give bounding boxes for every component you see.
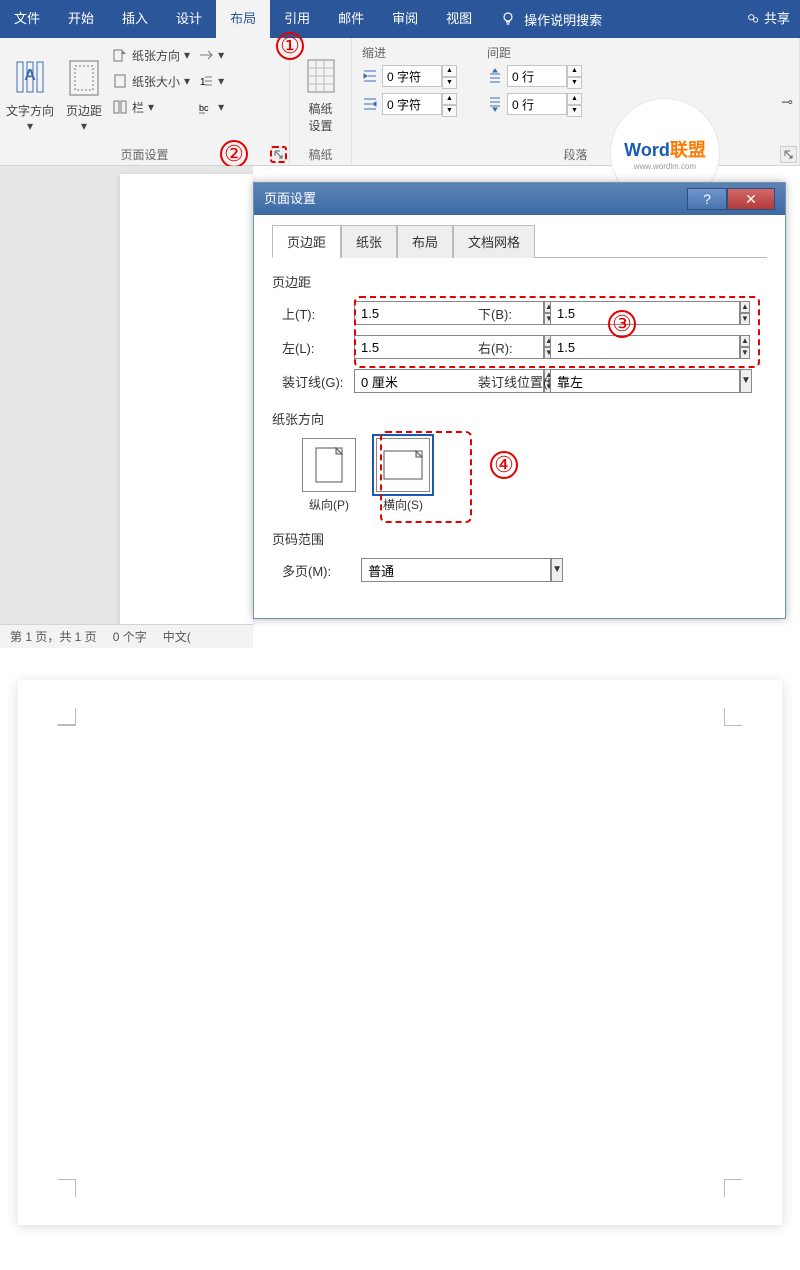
indent-left-icon	[362, 68, 378, 84]
callout-2: ②	[220, 140, 248, 168]
size-button[interactable]: 纸张大小▾	[108, 68, 194, 94]
crop-corner-tr	[724, 708, 742, 726]
share-button[interactable]: 共享	[746, 0, 790, 38]
document-page	[120, 174, 253, 624]
spacing-after-spinner[interactable]: ▲▼	[507, 93, 582, 115]
spacing-before-icon	[487, 68, 503, 84]
tab-insert[interactable]: 插入	[108, 0, 162, 38]
margins-button[interactable]: 页边距▾	[60, 38, 108, 146]
ribbon-tabs: 文件 开始 插入 设计 布局 引用 邮件 审阅 视图 操作说明搜索 共享	[0, 0, 800, 38]
tab-design[interactable]: 设计	[162, 0, 216, 38]
paragraph-launcher[interactable]	[780, 146, 797, 163]
page-setup-dialog: 页面设置 ? ✕ 页边距 纸张 布局 文档网格 页边距 ③ 上(T): ▲▼ 下…	[253, 182, 786, 619]
lightbulb-icon	[500, 11, 516, 27]
indent-left-spinner[interactable]: ▲▼	[382, 65, 457, 87]
top-label: 上(T):	[282, 304, 354, 323]
gutter-spinner[interactable]: ▲▼	[354, 369, 478, 393]
portrait-option[interactable]: 纵向(P)	[302, 438, 356, 513]
margins-fieldset: 页边距 ③ 上(T): ▲▼ 下(B): ▲▼ 左(L): ▲▼ 右(R): ▲…	[272, 272, 767, 393]
orientation-fieldset: 纸张方向 ④ 纵向(P) 横向(S)	[272, 409, 767, 513]
multipage-combo[interactable]: ▼	[361, 558, 501, 582]
tab-review[interactable]: 审阅	[378, 0, 432, 38]
columns-button[interactable]: 栏▾	[108, 94, 194, 120]
group-label-paragraph: 段落	[352, 146, 799, 163]
svg-text:A: A	[24, 67, 36, 84]
group-page-setup: A 文字方向▾ 页边距▾ 纸张方向▾ 纸张大小▾ 栏▾ ▾ 1▾ bc▾	[0, 38, 290, 165]
gutter-pos-label: 装订线位置(U):	[478, 372, 550, 391]
indent-right-spinner[interactable]: ▲▼	[382, 93, 457, 115]
gutter-pos-combo[interactable]: ▼	[550, 369, 674, 393]
svg-text:bc: bc	[199, 103, 209, 113]
status-bar: 第 1 页，共 1 页 0 个字 中文(	[0, 624, 253, 648]
page-setup-launcher[interactable]	[270, 146, 287, 163]
line-numbers-button[interactable]: 1▾	[194, 68, 228, 94]
group-paragraph: 缩进 ▲▼ ▲▼ 间距 ▲▼ ▲▼	[352, 38, 800, 165]
callout-1: ①	[276, 32, 304, 60]
ribbon-body: A 文字方向▾ 页边距▾ 纸张方向▾ 纸张大小▾ 栏▾ ▾ 1▾ bc▾	[0, 38, 800, 166]
crop-corner-bl	[58, 1179, 76, 1197]
document-canvas[interactable]	[0, 166, 253, 648]
status-words[interactable]: 0 个字	[113, 625, 147, 648]
spacing-after-icon	[487, 96, 503, 112]
dlg-tab-margins[interactable]: 页边距	[272, 225, 341, 258]
dlg-tab-paper[interactable]: 纸张	[341, 225, 397, 258]
dialog-titlebar[interactable]: 页面设置 ? ✕	[254, 183, 785, 215]
crop-corner-br	[724, 1179, 742, 1197]
close-button[interactable]: ✕	[727, 188, 775, 210]
crop-corner-tl	[58, 708, 76, 726]
left-label: 左(L):	[282, 338, 354, 357]
gutter-label: 装订线(G):	[282, 372, 354, 391]
dlg-tab-grid[interactable]: 文档网格	[453, 225, 535, 258]
dialog-title-text: 页面设置	[264, 183, 316, 215]
dialog-tabs: 页边距 纸张 布局 文档网格	[272, 225, 767, 258]
callout-4: ④	[490, 451, 518, 479]
dlg-tab-layout[interactable]: 布局	[397, 225, 453, 258]
pages-fieldset: 页码范围 多页(M): ▼	[272, 529, 767, 582]
tab-home[interactable]: 开始	[54, 0, 108, 38]
tab-file[interactable]: 文件	[0, 0, 54, 38]
callout-3-box	[354, 296, 760, 368]
tab-layout[interactable]: 布局	[216, 0, 270, 38]
tell-me-search[interactable]: 操作说明搜索	[524, 10, 602, 29]
spacing-header: 间距	[487, 44, 582, 61]
svg-text:1: 1	[200, 77, 206, 88]
spacing-before-spinner[interactable]: ▲▼	[507, 65, 582, 87]
orientation-button[interactable]: 纸张方向▾	[108, 42, 194, 68]
indent-right-icon	[362, 96, 378, 112]
tab-mailings[interactable]: 邮件	[324, 0, 378, 38]
group-label-manuscript: 稿纸	[290, 146, 351, 163]
multipage-label: 多页(M):	[282, 561, 331, 580]
pin-icon[interactable]: ⊸	[781, 93, 793, 110]
status-pages[interactable]: 第 1 页，共 1 页	[10, 625, 97, 648]
callout-4-box	[380, 431, 472, 523]
text-direction-button[interactable]: A 文字方向▾	[0, 38, 60, 146]
tab-view[interactable]: 视图	[432, 0, 486, 38]
landscape-page-preview	[18, 680, 782, 1225]
hyphenation-button[interactable]: bc▾	[194, 94, 228, 120]
callout-3: ③	[608, 310, 636, 338]
breaks-button[interactable]: ▾	[194, 42, 228, 68]
indent-header: 缩进	[362, 44, 457, 61]
help-button[interactable]: ?	[687, 188, 727, 210]
status-language[interactable]: 中文(	[163, 625, 191, 648]
